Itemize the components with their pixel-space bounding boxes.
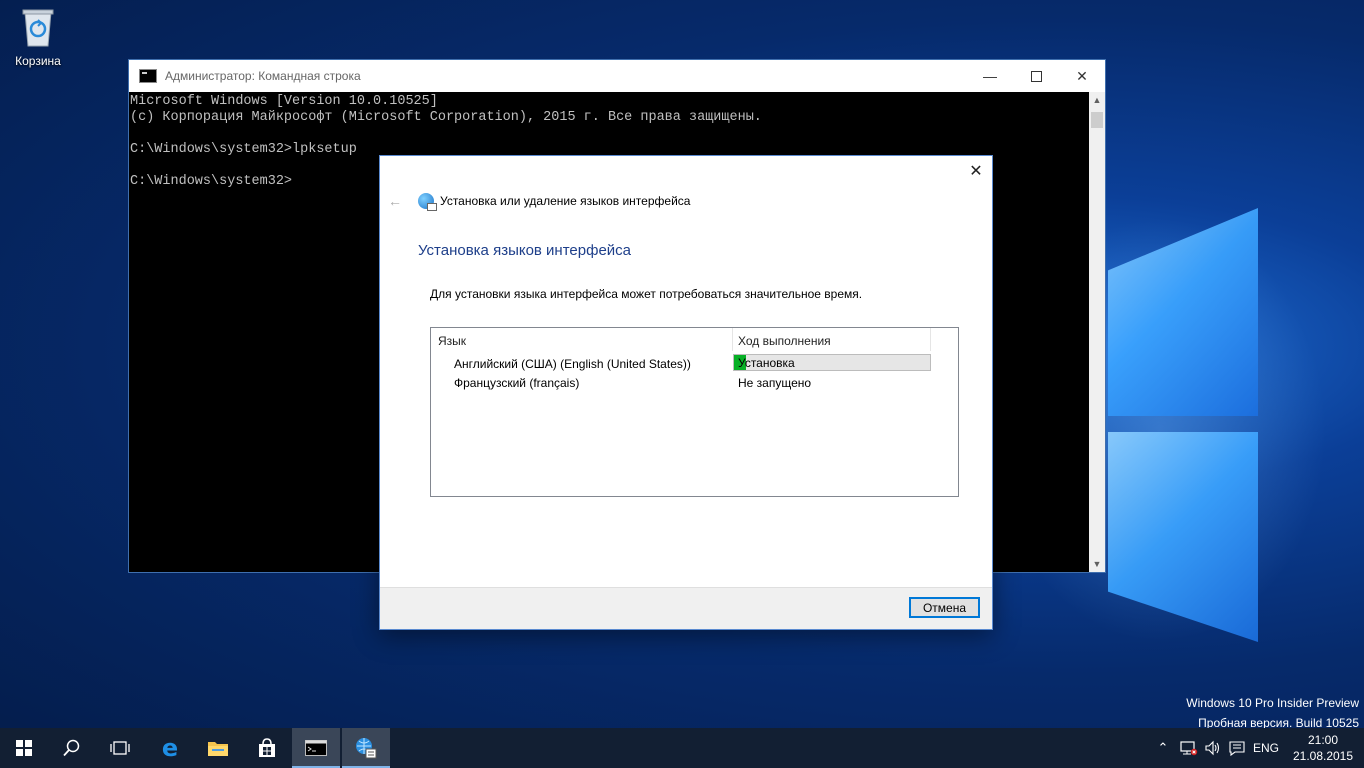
dialog-description: Для установки языка интерфейса может пот… xyxy=(430,287,863,301)
dialog-nav-title: Установка или удаление языков интерфейса xyxy=(440,194,691,208)
cmd-app-icon xyxy=(139,69,157,83)
language-list[interactable]: Язык Ход выполнения Английский (США) (En… xyxy=(430,327,959,497)
search-button[interactable] xyxy=(48,728,96,768)
store-icon xyxy=(259,738,275,757)
language-setup-icon xyxy=(356,738,377,759)
start-button[interactable] xyxy=(0,728,48,768)
recycle-bin-shortcut[interactable]: Корзина xyxy=(8,6,68,68)
taskbar-cmd[interactable] xyxy=(292,728,340,768)
input-language-button[interactable]: ENG xyxy=(1252,728,1280,768)
recycle-bin-label: Корзина xyxy=(15,54,61,68)
dialog-close-button[interactable]: ✕ xyxy=(960,156,992,186)
column-header-language[interactable]: Язык xyxy=(438,334,466,348)
clock-date: 21.08.2015 xyxy=(1292,749,1354,763)
scroll-up-icon[interactable]: ▲ xyxy=(1089,92,1105,108)
speaker-icon xyxy=(1205,740,1220,756)
cmd-scrollbar[interactable]: ▲ ▼ xyxy=(1089,92,1105,572)
back-arrow-icon[interactable]: ← xyxy=(388,193,406,209)
list-item[interactable]: Английский (США) (English (United States… xyxy=(431,354,958,374)
scroll-thumb[interactable] xyxy=(1091,112,1103,128)
command-prompt-icon xyxy=(305,740,327,756)
network-button[interactable] xyxy=(1178,728,1200,768)
minimize-button[interactable]: — xyxy=(967,60,1013,92)
list-item[interactable]: Французский (français) Не запущено xyxy=(431,373,958,393)
clock-time: 21:00 xyxy=(1307,733,1339,747)
cmd-titlebar[interactable]: Администратор: Командная строка — ✕ xyxy=(129,60,1105,92)
file-explorer-icon xyxy=(208,742,228,756)
language-setup-dialog[interactable]: ✕ ← Установка или удаление языков интерф… xyxy=(379,155,993,630)
progress-status: Установка xyxy=(738,356,795,370)
list-header: Язык Ход выполнения xyxy=(431,328,958,351)
globe-icon xyxy=(418,193,437,211)
maximize-button[interactable] xyxy=(1013,60,1059,92)
chevron-up-icon: ⌃ xyxy=(1157,740,1169,755)
taskbar-explorer[interactable] xyxy=(194,728,242,768)
column-divider xyxy=(732,328,733,351)
taskbar: e ⌃ ENG 21:00 21.08.2015 xyxy=(0,728,1364,768)
edge-browser-icon: e xyxy=(161,734,179,762)
close-button[interactable]: ✕ xyxy=(1059,60,1105,92)
taskbar-edge[interactable]: e xyxy=(146,728,194,768)
minimize-icon: — xyxy=(983,68,997,84)
taskbar-lpksetup[interactable] xyxy=(342,728,390,768)
taskbar-store[interactable] xyxy=(243,728,291,768)
build-watermark: Windows 10 Pro Insider Preview Пробная в… xyxy=(1186,693,1359,733)
show-hidden-icons-button[interactable]: ⌃ xyxy=(1155,728,1171,768)
volume-button[interactable] xyxy=(1202,728,1224,768)
language-name: Английский (США) (English (United States… xyxy=(454,357,691,371)
install-progress-bar: Установка xyxy=(733,354,931,371)
windows-start-icon xyxy=(16,740,32,756)
action-center-button[interactable] xyxy=(1226,728,1248,768)
console-line: (c) Корпорация Майкрософт (Microsoft Cor… xyxy=(130,110,762,125)
scroll-down-icon[interactable]: ▼ xyxy=(1089,556,1105,572)
console-line: ​ xyxy=(130,126,1089,142)
dialog-footer: Отмена xyxy=(380,587,992,629)
task-view-icon xyxy=(110,741,130,755)
search-icon xyxy=(63,739,80,757)
clock-button[interactable]: 21:00 21.08.2015 xyxy=(1288,728,1358,768)
close-icon: ✕ xyxy=(969,163,983,180)
progress-status: Не запущено xyxy=(738,376,812,390)
watermark-edition: Windows 10 Pro Insider Preview xyxy=(1186,696,1359,710)
notification-icon xyxy=(1229,741,1245,756)
column-header-progress[interactable]: Ход выполнения xyxy=(738,334,831,348)
recycle-bin-icon xyxy=(21,6,55,48)
dialog-heading: Установка языков интерфейса xyxy=(418,242,632,259)
task-view-button[interactable] xyxy=(96,728,144,768)
dialog-nav: ← Установка или удаление языков интерфей… xyxy=(388,193,691,211)
close-icon: ✕ xyxy=(1076,67,1088,84)
console-line: Microsoft Windows [Version 10.0.10525] xyxy=(130,94,438,109)
language-name: Французский (français) xyxy=(454,376,580,390)
column-divider xyxy=(930,328,931,351)
cancel-button[interactable]: Отмена xyxy=(909,597,980,618)
input-language: ENG xyxy=(1252,741,1279,755)
network-icon xyxy=(1180,741,1198,756)
maximize-icon xyxy=(1030,70,1042,82)
cmd-title: Администратор: Командная строка xyxy=(165,69,361,83)
